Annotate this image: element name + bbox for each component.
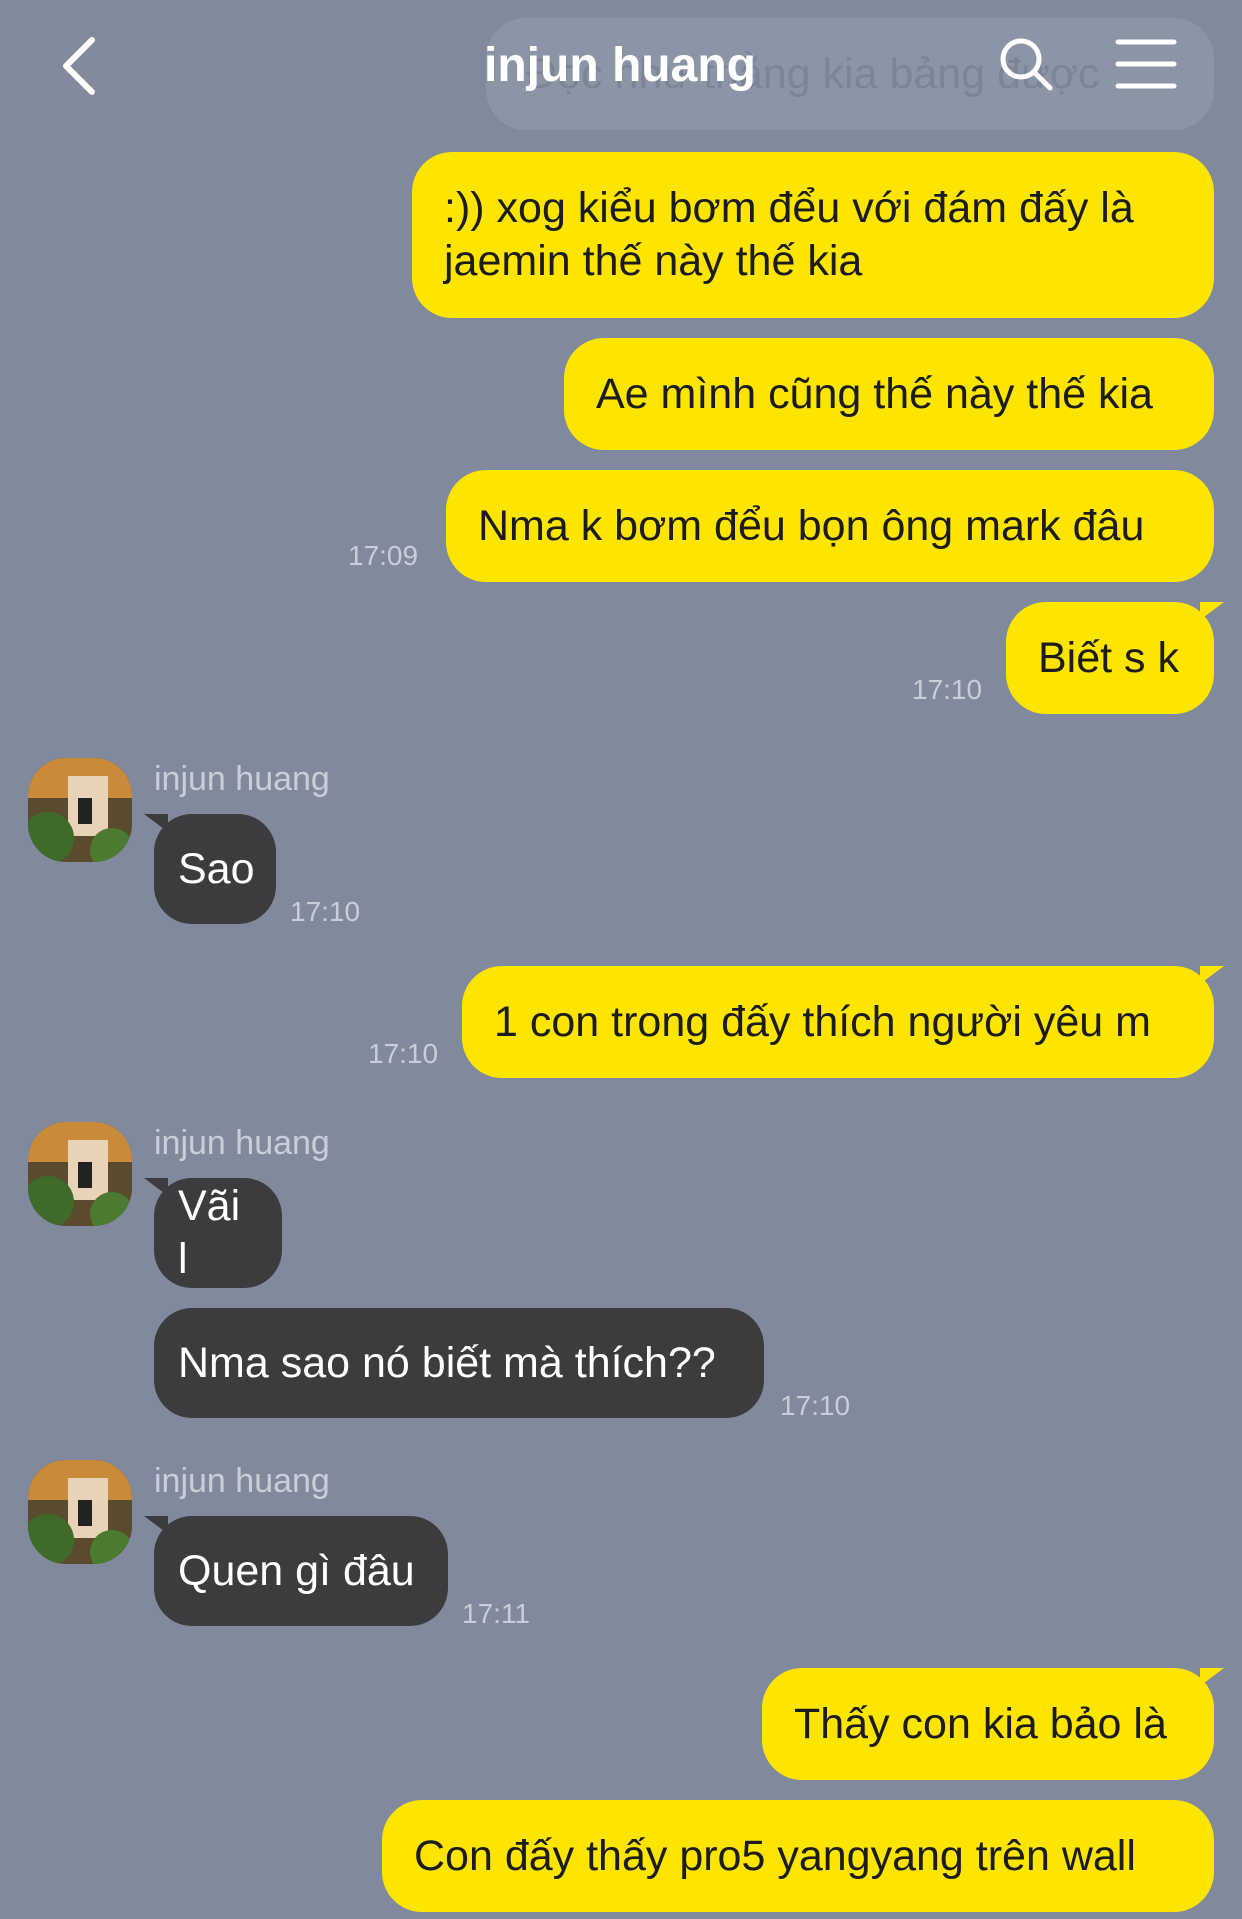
avatar[interactable] [28,1460,132,1564]
message-text: Con đấy thấy pro5 yangyang trên wall [414,1831,1136,1880]
outgoing-message-bubble[interactable]: :)) xog kiểu bơm đểu với đám đấy là jaem… [412,152,1214,318]
message-time: 17:09 [348,540,419,571]
outgoing-message-bubble[interactable]: Biết s k [1006,602,1224,714]
incoming-message-bubble[interactable]: Sao [144,814,276,924]
avatar-photo [28,1460,132,1564]
message-text: Nma k bơm đểu bọn ông mark đâu [478,501,1145,550]
message-time: 17:10 [912,674,983,705]
message-text: Biết s k [1038,633,1179,682]
back-button[interactable] [52,30,112,102]
chat-screen: Đọc như thằng kia bảng được injun huang … [0,0,1242,1919]
message-time: 17:11 [462,1598,530,1629]
outgoing-message-bubble[interactable]: Thấy con kia bảo là [762,1668,1224,1780]
incoming-message-bubble[interactable]: Vãi l [144,1178,282,1288]
avatar-photo [28,1122,132,1226]
avatar[interactable] [28,758,132,862]
message-time: 17:10 [780,1390,851,1421]
menu-button[interactable] [1114,36,1178,92]
outgoing-message-bubble[interactable]: Ae mình cũng thế này thế kia [564,338,1214,450]
avatar-photo [28,758,132,862]
message-text: Nma sao nó biết mà thích?? [178,1338,716,1387]
outgoing-message-bubble[interactable]: Con đấy thấy pro5 yangyang trên wall [382,1800,1214,1912]
search-button[interactable] [996,34,1056,94]
message-text: Vãi l [178,1182,241,1283]
incoming-message-bubble[interactable]: Nma sao nó biết mà thích?? [154,1308,764,1418]
avatar[interactable] [28,1122,132,1226]
search-icon [1000,38,1053,91]
message-time: 17:10 [290,896,361,927]
message-text: Thấy con kia bảo là [794,1699,1167,1748]
message-text: Sao [178,844,255,893]
sender-name: injun huang [154,760,330,798]
chevron-left-icon [63,37,95,95]
message-text: :)) xog kiểu bơm đểu với đám đấy là jaem… [444,184,1134,285]
hamburger-menu-icon [1115,39,1177,89]
message-text: 1 con trong đấy thích người yêu m [494,997,1151,1046]
outgoing-message-bubble[interactable]: 1 con trong đấy thích người yêu m [462,966,1224,1078]
message-time: 17:10 [368,1038,439,1069]
message-text: Ae mình cũng thế này thế kia [596,369,1153,418]
outgoing-message-bubble[interactable]: Nma k bơm đểu bọn ông mark đâu [446,470,1214,582]
sender-name: injun huang [154,1462,330,1500]
incoming-message-bubble[interactable]: Quen gì đâu [144,1516,448,1626]
chat-title: injun huang [484,39,756,92]
message-text: Quen gì đâu [178,1546,415,1595]
sender-name: injun huang [154,1124,330,1162]
